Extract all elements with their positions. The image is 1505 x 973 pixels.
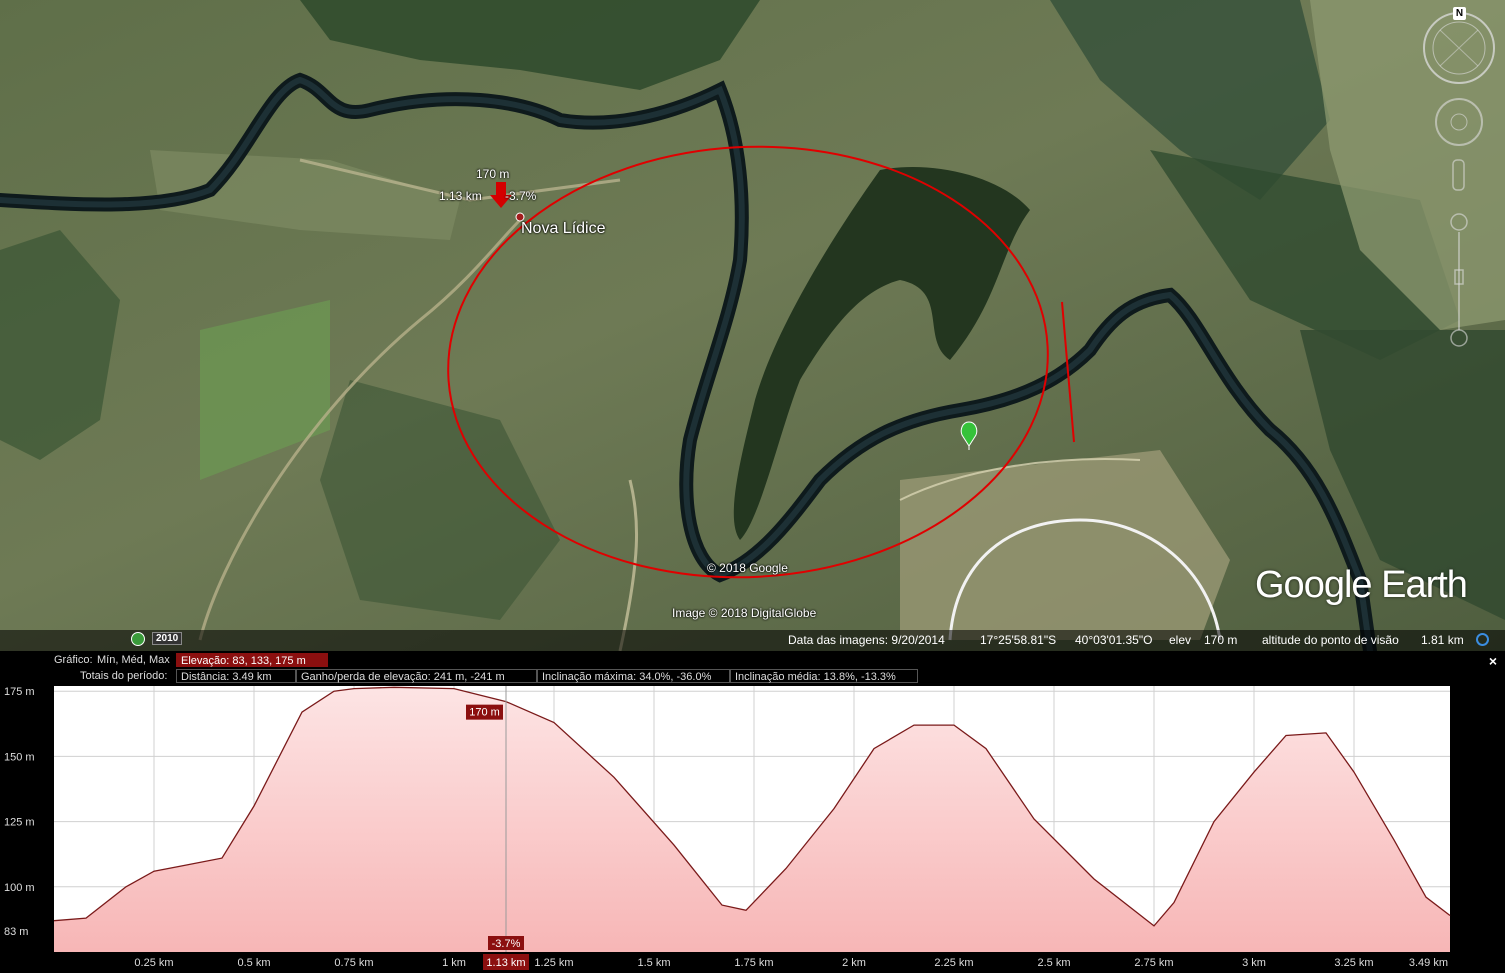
- elevation-profile-panel: Gráfico: Mín, Méd, Max Elevação: 83, 133…: [0, 651, 1505, 973]
- y-tick-label: 83 m: [4, 926, 28, 938]
- y-tick-label: 100 m: [4, 882, 35, 894]
- y-tick-label: 175 m: [4, 686, 35, 698]
- longitude: 40°03'01.35"O: [1075, 633, 1153, 647]
- google-copyright: © 2018 Google: [707, 561, 788, 575]
- elevation-value: 170 m: [1204, 633, 1238, 647]
- x-tick-label: 0.25 km: [134, 957, 173, 969]
- google-earth-logo: Google Earth: [1255, 564, 1468, 606]
- historical-imagery-icon[interactable]: [131, 632, 145, 646]
- eye-altitude-label: altitude do ponto de visão: [1262, 633, 1399, 647]
- historical-year[interactable]: 2010: [152, 632, 183, 645]
- pointer-slope-label: -3.7%: [505, 189, 537, 203]
- place-label[interactable]: Nova Lídice: [521, 220, 606, 238]
- image-date: Data das imagens: 9/20/2014: [788, 633, 945, 647]
- x-tick-label: 3 km: [1242, 957, 1266, 969]
- x-tick-label: 2.75 km: [1134, 957, 1173, 969]
- map-view[interactable]: N 170 m 1.13 km -3.7% Nova Lídice © 2018…: [0, 0, 1505, 651]
- x-tick-label: 1.75 km: [734, 957, 773, 969]
- y-tick-label: 150 m: [4, 751, 35, 763]
- satellite-imagery: [0, 0, 1505, 651]
- elevation-chart[interactable]: 175 m 150 m 125 m 100 m 83 m 0.25 km 0.5 km 0.7…: [0, 651, 1505, 973]
- y-tick-label: 125 m: [4, 817, 35, 829]
- x-tick-label: 2.25 km: [934, 957, 973, 969]
- x-tick-label: 2 km: [842, 957, 866, 969]
- x-tick-label: 3.25 km: [1334, 957, 1373, 969]
- x-tick-label: 0.75 km: [334, 957, 373, 969]
- latitude: 17°25'58.81"S: [980, 633, 1057, 647]
- x-tick-label: 3.49 km: [1409, 957, 1448, 969]
- cursor-distance-label: 1.13 km: [486, 957, 525, 969]
- x-tick-label: 2.5 km: [1037, 957, 1070, 969]
- x-tick-label: 1.25 km: [534, 957, 573, 969]
- eye-altitude-value: 1.81 km: [1421, 633, 1464, 647]
- x-tick-label: 0.5 km: [237, 957, 270, 969]
- compass-north-icon[interactable]: N: [1453, 7, 1466, 20]
- cursor-elevation-label: 170 m: [469, 707, 500, 719]
- x-tick-label: 1 km: [442, 957, 466, 969]
- x-tick-label: 1.5 km: [637, 957, 670, 969]
- imagery-copyright: Image © 2018 DigitalGlobe: [672, 606, 817, 620]
- streaming-status-icon: [1476, 633, 1489, 646]
- pointer-distance-label: 1.13 km: [439, 189, 482, 203]
- pointer-elevation-label: 170 m: [476, 167, 510, 181]
- cursor-slope-label: -3.7%: [492, 938, 521, 950]
- elevation-label: elev: [1169, 633, 1192, 647]
- status-bar: 2010 Data das imagens: 9/20/2014 17°25'5…: [0, 630, 1505, 651]
